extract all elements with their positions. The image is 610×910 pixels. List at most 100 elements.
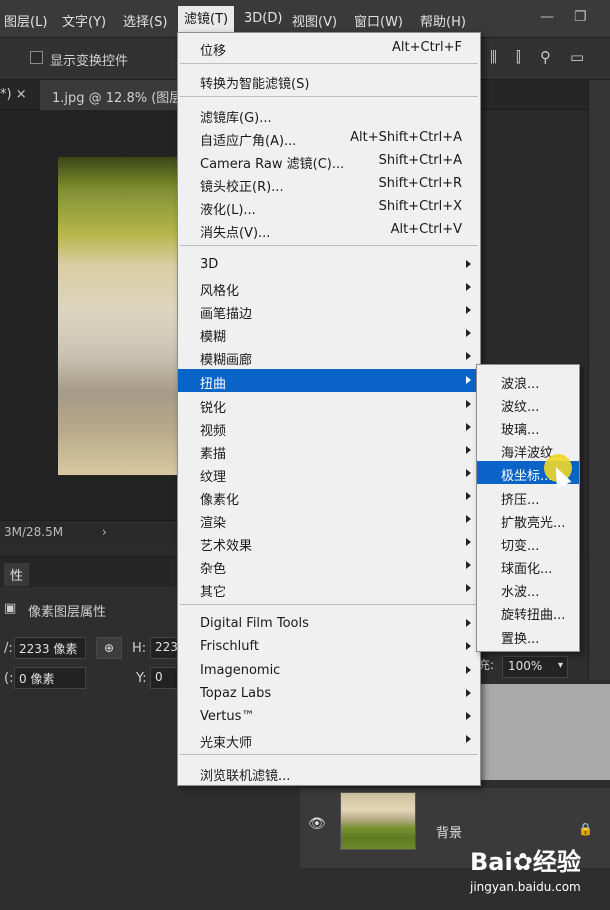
submenu-item-ripple[interactable]: 波纹... (477, 392, 579, 415)
doc-tab-title: 1.jpg @ 12.8% (图层 (52, 91, 183, 106)
pixel-layer-icon: ▣ (4, 601, 17, 616)
image-top-strip (58, 157, 180, 187)
submenu-arrow-icon (466, 561, 471, 569)
menu-item-imagenomic[interactable]: Imagenomic (178, 659, 480, 682)
eye-icon[interactable]: 👁 (308, 816, 326, 832)
layers-empty-area (478, 684, 610, 780)
submenu-item-spherize[interactable]: 球面化... (477, 554, 579, 577)
submenu-item-pinch[interactable]: 挤压... (477, 485, 579, 508)
menu-item-brush-strokes[interactable]: 画笔描边 (178, 299, 480, 322)
menu-item-distort[interactable]: 扭曲 (178, 369, 480, 392)
menu-item-adaptive-wide-angle[interactable]: 自适应广角(A)... Alt+Shift+Ctrl+A (178, 126, 480, 149)
distribute-icon[interactable]: ⫼ (490, 48, 497, 66)
status-menu-arrow[interactable]: › (102, 525, 107, 539)
menu-item-vertus[interactable]: Vertus™ (178, 705, 480, 728)
watermark-logo: Bai✿经验 (470, 848, 581, 876)
menu-item-artistic[interactable]: 艺术效果 (178, 531, 480, 554)
menu-item-render[interactable]: 渲染 (178, 508, 480, 531)
submenu-item-glass[interactable]: 玻璃... (477, 415, 579, 438)
filter-menu: 位移 Alt+Ctrl+F 转换为智能滤镜(S) 滤镜库(G)... 自适应广角(… (177, 32, 481, 786)
submenu-arrow-icon (466, 376, 471, 384)
pixel-layer-properties-label: 像素图层属性 (28, 605, 107, 620)
menu-item-vanishing-point[interactable]: 消失点(V)... Alt+Ctrl+V (178, 218, 480, 241)
menu-item-pixelate[interactable]: 像素化 (178, 485, 480, 508)
distort-submenu: 波浪... 波纹... 玻璃... 海洋波纹... 极坐标... 挤压... 扩… (476, 364, 580, 652)
submenu-arrow-icon (466, 329, 471, 337)
submenu-arrow-icon (466, 619, 471, 627)
menu-item-sketch[interactable]: 素描 (178, 439, 480, 462)
menu-layer[interactable]: 图层(L) (4, 11, 47, 30)
x-field[interactable]: 0 像素 (14, 667, 86, 689)
menu-separator (180, 245, 478, 246)
align-icon[interactable]: ⫿ (516, 48, 521, 66)
chevron-down-icon[interactable]: ▾ (558, 660, 563, 671)
menu-item-frischluft[interactable]: Frischluft (178, 635, 480, 658)
submenu-arrow-icon (466, 423, 471, 431)
y-label: Y: (136, 671, 147, 686)
menu-item-browse-online-filters[interactable]: 浏览联机滤镜... (178, 761, 480, 784)
menu-item-liquify[interactable]: 液化(L)... Shift+Ctrl+X (178, 195, 480, 218)
fill-input[interactable]: 100% ▾ (502, 656, 568, 678)
show-transform-label: 显示变换控件 (50, 54, 129, 69)
x-label: (: (4, 671, 14, 686)
workspace-icon[interactable]: ▭ (570, 48, 584, 66)
submenu-arrow-icon (466, 689, 471, 697)
submenu-arrow-icon (466, 283, 471, 291)
submenu-arrow-icon (466, 492, 471, 500)
layer-name[interactable]: 背景 (436, 822, 462, 841)
menu-item-blur-gallery[interactable]: 模糊画廊 (178, 345, 480, 368)
active-doc-tab[interactable]: 1.jpg @ 12.8% (图层 (40, 80, 183, 110)
submenu-item-diffuse-glow[interactable]: 扩散亮光... (477, 508, 579, 531)
menu-item-other[interactable]: 其它 (178, 577, 480, 600)
menu-separator (180, 63, 478, 64)
submenu-item-displace[interactable]: 置换... (477, 624, 579, 647)
menu-separator (180, 754, 478, 755)
menu-item-sharpen[interactable]: 锐化 (178, 393, 480, 416)
submenu-arrow-icon (466, 515, 471, 523)
width-field[interactable]: 2233 像素 (14, 637, 86, 659)
menu-item-video[interactable]: 视频 (178, 416, 480, 439)
restore-button[interactable]: ❐ (574, 9, 587, 25)
menu-window[interactable]: 窗口(W) (354, 11, 403, 30)
minimize-button[interactable]: — (540, 9, 554, 25)
document-image[interactable] (58, 157, 180, 475)
submenu-arrow-icon (466, 469, 471, 477)
properties-tab[interactable]: 性 (4, 563, 30, 586)
menu-item-lens-correction[interactable]: 镜头校正(R)... Shift+Ctrl+R (178, 172, 480, 195)
menu-filter[interactable]: 滤镜(T) (178, 6, 235, 34)
menu-item-light-master[interactable]: 光束大师 (178, 728, 480, 751)
menu-item-noise[interactable]: 杂色 (178, 554, 480, 577)
menu-view[interactable]: 视图(V) (292, 11, 337, 30)
submenu-arrow-icon (466, 642, 471, 650)
menu-item-blur[interactable]: 模糊 (178, 322, 480, 345)
menu-item-texture[interactable]: 纹理 (178, 462, 480, 485)
submenu-arrow-icon (466, 352, 471, 360)
link-dimensions-icon[interactable]: ⊕ (96, 637, 122, 659)
height-field[interactable]: 223 (150, 637, 180, 659)
menu-item-3d[interactable]: 3D (178, 253, 480, 276)
menu-3d[interactable]: 3D(D) (244, 11, 282, 26)
menu-item-topaz-labs[interactable]: Topaz Labs (178, 682, 480, 705)
layer-thumbnail (340, 792, 416, 850)
previous-doc-tab[interactable]: *) × (0, 87, 27, 102)
show-transform-checkbox[interactable] (30, 51, 43, 64)
menu-item-camera-raw[interactable]: Camera Raw 滤镜(C)... Shift+Ctrl+A (178, 149, 480, 172)
menu-item-offset[interactable]: 位移 Alt+Ctrl+F (178, 36, 480, 59)
submenu-item-wave[interactable]: 波浪... (477, 369, 579, 392)
menu-help[interactable]: 帮助(H) (420, 11, 466, 30)
menu-item-convert-smart-filter[interactable]: 转换为智能滤镜(S) (178, 69, 480, 92)
submenu-arrow-icon (466, 306, 471, 314)
menu-item-stylize[interactable]: 风格化 (178, 276, 480, 299)
menu-item-filter-gallery[interactable]: 滤镜库(G)... (178, 103, 480, 126)
submenu-item-zigzag[interactable]: 水波... (477, 577, 579, 600)
submenu-item-shear[interactable]: 切变... (477, 531, 579, 554)
right-dock (588, 80, 610, 680)
submenu-item-twirl[interactable]: 旋转扭曲... (477, 600, 579, 623)
menu-item-digital-film-tools[interactable]: Digital Film Tools (178, 612, 480, 635)
search-icon[interactable]: ⚲ (540, 48, 551, 66)
menu-select[interactable]: 选择(S) (123, 11, 167, 30)
y-field[interactable]: 0 (150, 667, 180, 689)
menu-type[interactable]: 文字(Y) (62, 11, 106, 30)
menu-separator (180, 96, 478, 97)
doc-size: 3M/28.5M (4, 525, 64, 539)
